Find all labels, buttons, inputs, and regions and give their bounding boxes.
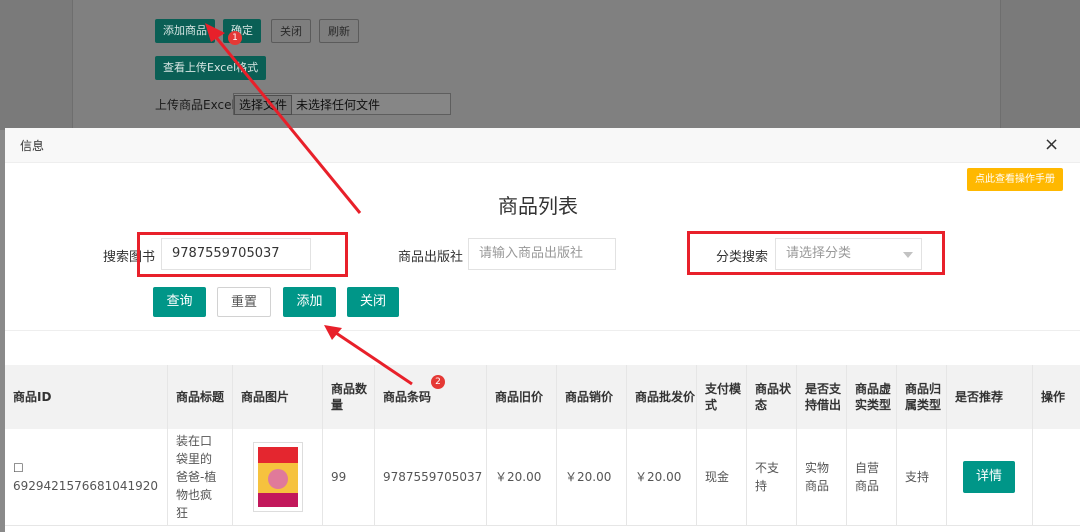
column-header-recommended: 是否推荐 xyxy=(947,365,1033,429)
manual-button[interactable]: 点此查看操作手册 xyxy=(967,168,1063,191)
cell-pay-mode: 现金 xyxy=(697,429,747,526)
annotation-badge-1: 1 xyxy=(228,31,242,45)
column-header-actions: 操作 xyxy=(1033,365,1080,429)
detail-button[interactable]: 详情 xyxy=(963,461,1015,493)
cell-sale-price: ￥20.00 xyxy=(557,429,627,526)
background-left-column xyxy=(0,0,73,130)
column-header-image: 商品图片 xyxy=(233,365,323,429)
column-header-sale-price: 商品销价 xyxy=(557,365,627,429)
page-title: 商品列表 xyxy=(498,194,578,218)
reset-button[interactable]: 重置 xyxy=(217,287,271,317)
bg-view-excel-format-button[interactable]: 查看上传Excel格式 xyxy=(155,56,267,80)
column-header-pay-mode: 支付模式 xyxy=(697,365,747,429)
row-checkbox[interactable]: ☐ xyxy=(13,459,27,477)
column-header-title: 商品标题 xyxy=(168,365,233,429)
bg-choose-file-button[interactable]: 选择文件 xyxy=(234,95,293,115)
cell-virtual-type: 自营商品 xyxy=(847,429,897,526)
bg-add-product-button[interactable]: 添加商品 xyxy=(155,19,215,43)
cell-id: ☐ 6929421576681041920 xyxy=(5,429,168,526)
publisher-input[interactable]: 请输入商品出版社 xyxy=(468,238,616,270)
bg-no-file-text: 未选择任何文件 xyxy=(296,98,381,112)
cell-quantity: 99 xyxy=(323,429,375,526)
cell-lendable: 实物商品 xyxy=(797,429,847,526)
cell-barcode: 9787559705037 xyxy=(375,429,487,526)
annotation-badge-2: 2 xyxy=(431,375,445,389)
column-header-virtual-type: 商品虚实类型 xyxy=(847,365,897,429)
column-header-ownership: 商品归属类型 xyxy=(897,365,947,429)
product-image xyxy=(252,442,303,512)
column-header-lendable: 是否支持借出 xyxy=(797,365,847,429)
highlight-box-category xyxy=(687,231,945,275)
cell-recommended: 详情 xyxy=(947,429,1033,526)
divider xyxy=(5,330,1080,331)
product-id: 6929421576681041920 xyxy=(13,479,159,493)
cell-old-price: ￥20.00 xyxy=(487,429,557,526)
query-button[interactable]: 查询 xyxy=(153,287,206,317)
modal-header: 信息 × xyxy=(5,128,1080,163)
publisher-label: 商品出版社 xyxy=(398,250,464,265)
background-right-column xyxy=(1000,0,1080,130)
bg-file-input[interactable]: 选择文件 未选择任何文件 xyxy=(233,93,451,115)
column-header-barcode: 商品条码 xyxy=(375,365,487,429)
cell-ownership: 支持 xyxy=(897,429,947,526)
bg-upload-label: 上传商品Excel xyxy=(155,98,235,112)
modal-title: 信息 xyxy=(20,139,45,153)
cell-wholesale-price: ￥20.00 xyxy=(627,429,697,526)
column-header-old-price: 商品旧价 xyxy=(487,365,557,429)
add-button[interactable]: 添加 xyxy=(283,287,336,317)
column-header-wholesale-price: 商品批发价 xyxy=(627,365,697,429)
close-icon[interactable]: × xyxy=(1044,134,1059,155)
bg-refresh-button[interactable]: 刷新 xyxy=(319,19,359,43)
highlight-box-search xyxy=(137,232,348,277)
product-list-modal: 信息 × 点此查看操作手册 商品列表 搜索图书 9787559705037 商品… xyxy=(5,128,1080,532)
cell-actions xyxy=(1033,429,1080,526)
cell-title: 装在口袋里的爸爸-植物也疯狂 xyxy=(168,429,233,526)
column-header-id: 商品ID xyxy=(5,365,168,429)
close-button[interactable]: 关闭 xyxy=(347,287,399,317)
cell-status: 不支持 xyxy=(747,429,797,526)
cell-image xyxy=(233,429,323,526)
column-header-status: 商品状态 xyxy=(747,365,797,429)
column-header-quantity: 商品数量 xyxy=(323,365,375,429)
bg-close-button[interactable]: 关闭 xyxy=(271,19,311,43)
